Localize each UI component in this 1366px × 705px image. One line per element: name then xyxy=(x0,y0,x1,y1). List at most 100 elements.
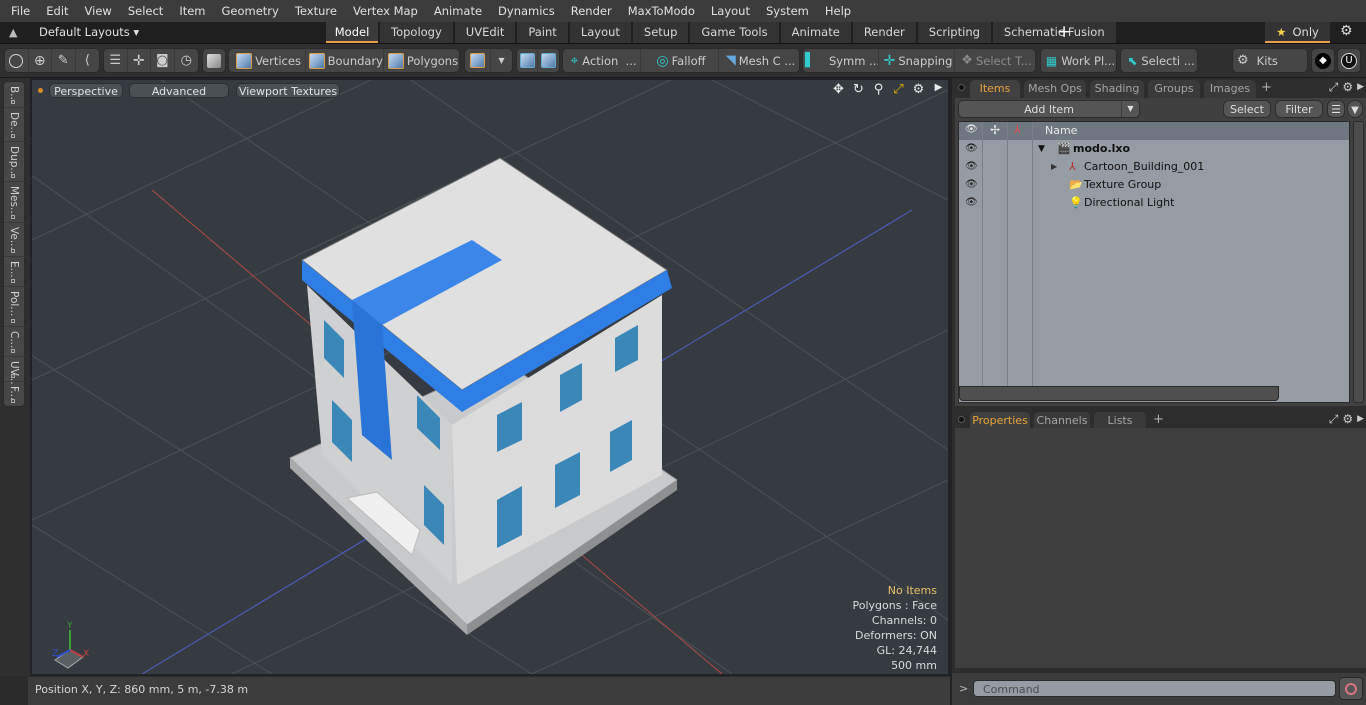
visibility-eye-icon[interactable]: 👁 xyxy=(965,140,978,158)
action-center-button[interactable]: ⌖ Action ... xyxy=(563,49,641,72)
menu-file[interactable]: File xyxy=(0,0,38,22)
modo-cube-button[interactable]: ◆ xyxy=(1312,49,1334,72)
viewport-more-icon[interactable]: ▶ xyxy=(930,82,947,97)
expand-panel-icon[interactable]: ⤢ xyxy=(1329,80,1339,95)
sketch-tool-button[interactable]: ⟨ xyxy=(76,49,99,72)
tree-row-light[interactable]: 👁 💡 Directional Light xyxy=(959,194,1349,212)
tab-schematic-fusion[interactable]: Schematic Fusion xyxy=(992,22,1118,43)
move-view-icon[interactable]: ✥ xyxy=(830,82,847,97)
falloff-button[interactable]: ◎ Falloff xyxy=(641,49,719,72)
menu-item[interactable]: Item xyxy=(171,0,213,22)
tab-layout[interactable]: Layout xyxy=(569,22,633,43)
select-through-button[interactable]: ❖ Select T... xyxy=(955,49,1035,72)
frame-tool-button[interactable]: ◙ xyxy=(151,49,175,72)
3d-viewport[interactable]: Y X Z Perspective Advanced Viewport Text… xyxy=(30,78,950,676)
left-tab-curve[interactable]: C... xyxy=(4,327,26,357)
zoom-view-icon[interactable]: ⚲ xyxy=(870,82,887,97)
left-tab-mesh-edit[interactable]: Mes... xyxy=(4,182,26,223)
visibility-eye-icon[interactable]: 👁 xyxy=(965,194,978,212)
panel-menu-dot[interactable] xyxy=(958,416,965,423)
left-tab-vertex[interactable]: Ve... xyxy=(4,223,26,257)
tree-row-mesh[interactable]: 👁 ▶ ⅄ Cartoon_Building_001 xyxy=(959,158,1349,176)
tab-setup[interactable]: Setup xyxy=(632,22,691,43)
advanced-dropdown[interactable]: Advanced xyxy=(129,83,229,98)
select-button[interactable]: Select xyxy=(1223,100,1271,118)
tab-mesh-ops[interactable]: Mesh Ops xyxy=(1024,80,1086,98)
only-toggle[interactable]: ★ Only xyxy=(1265,22,1330,43)
menu-geometry[interactable]: Geometry xyxy=(214,0,287,22)
boundary-mode-button[interactable]: Boundary xyxy=(306,49,384,72)
command-input[interactable]: Command xyxy=(973,680,1336,697)
pivot-right-button[interactable] xyxy=(538,49,559,72)
list-options-button[interactable]: ☰ xyxy=(1327,100,1345,118)
gear-icon[interactable]: ⚙ xyxy=(1340,23,1353,39)
menu-layout[interactable]: Layout xyxy=(703,0,758,22)
viewport-textures-dropdown[interactable]: Viewport Textures xyxy=(236,83,340,98)
filter-funnel-button[interactable]: ▼ xyxy=(1347,100,1363,118)
menu-dynamics[interactable]: Dynamics xyxy=(490,0,563,22)
menu-help[interactable]: Help xyxy=(817,0,859,22)
left-tab-polygon[interactable]: Pol... xyxy=(4,287,26,327)
visibility-eye-icon[interactable]: 👁 xyxy=(965,158,978,176)
collapse-arrow-icon[interactable]: ▼ xyxy=(1038,140,1045,158)
filter-button[interactable]: Filter xyxy=(1275,100,1323,118)
items-mode-button[interactable] xyxy=(203,49,225,72)
left-tab-deform[interactable]: De... xyxy=(4,108,26,142)
menu-vertex-map[interactable]: Vertex Map xyxy=(345,0,426,22)
tree-row-scene[interactable]: 👁 ▼ 🎬 modo.lxo xyxy=(959,140,1349,158)
perspective-dropdown[interactable]: Perspective xyxy=(49,83,123,98)
collapse-arrow-icon[interactable]: ▲ xyxy=(9,26,21,39)
pivot-left-button[interactable] xyxy=(517,49,538,72)
tab-uvedit[interactable]: UVEdit xyxy=(454,22,518,43)
horizontal-scrollbar[interactable] xyxy=(959,386,1279,401)
tab-game-tools[interactable]: Game Tools xyxy=(690,22,781,43)
unreal-button[interactable]: U xyxy=(1338,49,1360,72)
tab-render[interactable]: Render xyxy=(852,22,918,43)
rotate-view-icon[interactable]: ↻ xyxy=(850,82,867,97)
selection-sets-button[interactable]: ⬉ Selecti ... xyxy=(1121,49,1197,72)
visibility-eye-icon[interactable]: 👁 xyxy=(965,176,978,194)
tab-scripting[interactable]: Scripting xyxy=(917,22,993,43)
align-tool-button[interactable]: ☰ xyxy=(104,49,128,72)
globe-view-button[interactable]: ⊕ xyxy=(29,49,52,72)
timer-tool-button[interactable]: ◷ xyxy=(175,49,198,72)
material-mode-button[interactable] xyxy=(465,49,491,72)
tab-groups[interactable]: Groups xyxy=(1148,80,1200,98)
symmetry-button[interactable]: ▌ Symm ... xyxy=(803,49,879,72)
tab-items[interactable]: Items xyxy=(970,80,1020,98)
menu-render[interactable]: Render xyxy=(563,0,620,22)
tab-topology[interactable]: Topology xyxy=(380,22,455,43)
expand-panel-icon[interactable]: ⤢ xyxy=(1329,412,1339,427)
panel-settings-icon[interactable]: ⚙ xyxy=(1342,412,1353,427)
expand-arrow-icon[interactable]: ▶ xyxy=(1051,158,1057,176)
add-panel-tab-button[interactable]: + xyxy=(1261,80,1272,95)
tree-row-texture-group[interactable]: 👁 📂 Texture Group xyxy=(959,176,1349,194)
left-tab-edge[interactable]: E... xyxy=(4,257,26,287)
viewport-status-dot[interactable] xyxy=(38,88,43,93)
tab-shading[interactable]: Shading xyxy=(1090,80,1144,98)
add-item-dropdown-icon[interactable]: ▼ xyxy=(1121,101,1139,117)
add-layout-tab-button[interactable]: + xyxy=(1057,22,1071,42)
menu-select[interactable]: Select xyxy=(120,0,171,22)
tab-animate[interactable]: Animate xyxy=(780,22,853,43)
add-properties-tab-button[interactable]: + xyxy=(1153,412,1164,427)
name-column-header[interactable]: Name xyxy=(1045,124,1077,137)
panel-settings-icon[interactable]: ⚙ xyxy=(1342,80,1353,95)
mesh-cleanup-button[interactable]: ◥ Mesh C ... xyxy=(719,49,799,72)
tab-model[interactable]: Model xyxy=(326,22,380,43)
material-mode-dropdown[interactable]: ▼ xyxy=(491,49,512,72)
menu-maxtomodo[interactable]: MaxToModo xyxy=(620,0,703,22)
default-layouts-dropdown[interactable]: Default Layouts ▾ xyxy=(39,22,139,43)
menu-texture[interactable]: Texture xyxy=(287,0,345,22)
tab-images[interactable]: Images xyxy=(1204,80,1256,98)
menu-edit[interactable]: Edit xyxy=(38,0,76,22)
uv-unwrap-button[interactable]: ✛ xyxy=(128,49,151,72)
left-tab-fusion[interactable]: F... xyxy=(4,382,26,406)
snapping-button[interactable]: ✛ Snapping xyxy=(879,49,955,72)
kits-button[interactable]: ⚙ Kits xyxy=(1233,49,1307,72)
panel-more-icon[interactable]: ▶ xyxy=(1357,412,1364,427)
pen-tool-button[interactable]: ✎ xyxy=(52,49,76,72)
add-item-button[interactable]: Add Item ▼ xyxy=(958,100,1140,118)
viewport-settings-icon[interactable]: ⚙ xyxy=(910,82,927,97)
work-plane-button[interactable]: ▦ Work Pl... xyxy=(1041,49,1116,72)
